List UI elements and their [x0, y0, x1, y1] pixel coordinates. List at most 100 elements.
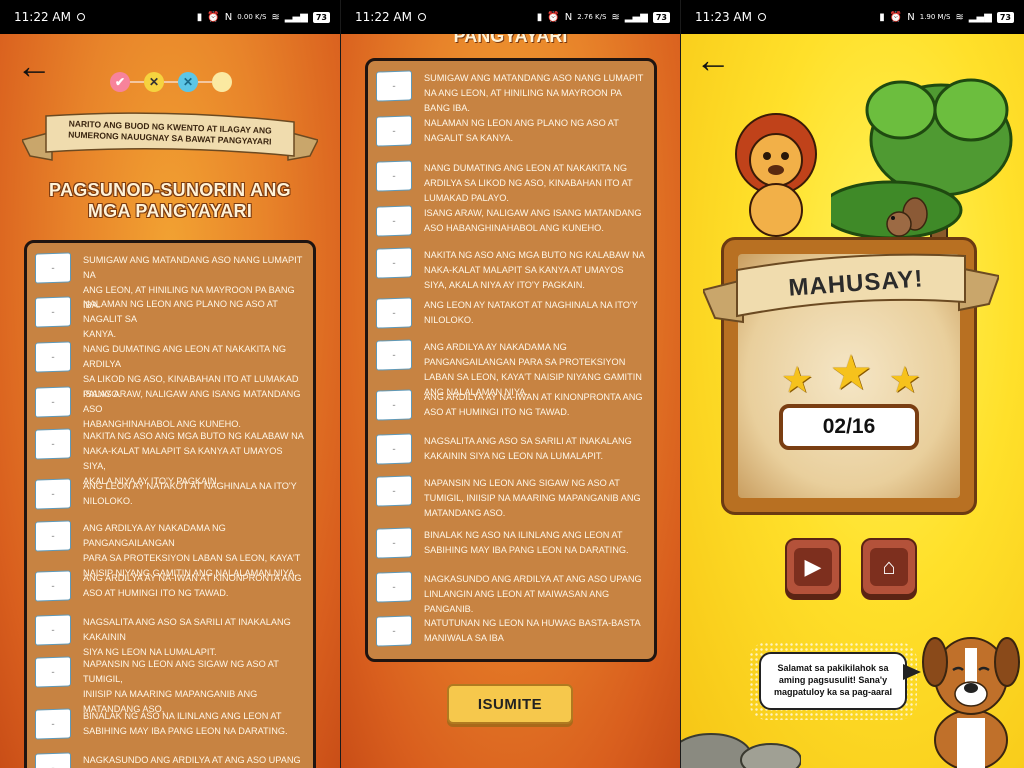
alarm-icon: ⏰	[547, 11, 560, 23]
screen-sequencing-bottom: PANGYAYARI 11:22 AM ▮ ⏰ N 2.76 K/S ≋ ▂▄▆…	[341, 0, 680, 768]
replay-icon: ▶	[794, 548, 832, 586]
order-slot-input[interactable]: -	[35, 708, 71, 740]
event-item: - NAGKASUNDO ANG ARDILYA AT ANG ASO UPANG	[35, 752, 305, 768]
order-slot-input[interactable]: -	[35, 752, 71, 768]
signal-icon: ▂▄▆	[284, 11, 308, 23]
wifi-icon: ≋	[271, 11, 280, 23]
order-slot-input[interactable]: -	[35, 252, 71, 284]
nfc-icon: N	[564, 11, 573, 23]
order-slot-input[interactable]: -	[35, 296, 71, 328]
event-text: ANG ARDILYA AY NA-IWAN AT KINONPRONTA AN…	[83, 573, 302, 598]
event-item: - ANG LEON AY NATAKOT AT NAGHINALA NA ITO…	[35, 478, 305, 510]
event-text: NALAMAN NG LEON ANG PLANO NG ASO AT NAGA…	[424, 118, 619, 143]
star-rating: ★ ★ ★	[781, 345, 921, 401]
vibrate-icon: ▮	[196, 11, 203, 23]
dog-mascot-icon	[922, 637, 1020, 768]
progress-wrong-icon: ✕	[144, 72, 164, 92]
wifi-icon: ≋	[611, 11, 620, 23]
order-slot-input[interactable]: -	[376, 205, 412, 237]
order-slot-input[interactable]: -	[376, 475, 412, 507]
page-title-line1: PAGSUNOD-SUNORIN ANG	[48, 180, 291, 200]
order-slot-input[interactable]: -	[35, 341, 71, 373]
event-text: NANG DUMATING ANG LEON AT NAKAKITA NG AR…	[424, 163, 633, 203]
status-time: 11:22 AM	[14, 10, 71, 24]
event-item: - NAGKASUNDO ANG ARDILYA AT ANG ASO UPANG…	[376, 571, 646, 617]
event-text: NAKITA NG ASO ANG MGA BUTO NG KALABAW NA…	[424, 250, 645, 290]
network-speed: 2.76 K/S	[577, 12, 607, 21]
event-item: - NAGSALITA ANG ASO SA SARILI AT INAKALAN…	[35, 614, 305, 660]
event-item: - NALAMAN NG LEON ANG PLANO NG ASO AT NAG…	[35, 296, 305, 342]
app-notification-icon	[757, 13, 766, 21]
order-slot-input[interactable]: -	[35, 656, 71, 688]
replay-button[interactable]: ▶	[785, 538, 841, 596]
battery-icon: 73	[312, 11, 330, 23]
alarm-icon: ⏰	[889, 11, 903, 23]
back-arrow-icon[interactable]: ←	[695, 42, 731, 78]
order-slot-input[interactable]: -	[376, 160, 412, 192]
alarm-icon: ⏰	[207, 11, 220, 23]
event-item: - ISANG ARAW, NALIGAW ANG ISANG MATANDANG…	[376, 205, 646, 237]
event-item: - NANG DUMATING ANG LEON AT NAKAKITA NG A…	[376, 160, 646, 206]
star-icon: ★	[888, 359, 921, 400]
screen-result: 11:23 AM ▮ ⏰ N 1.90 M/S ≋ ▂▄▆ 73 ← MAHUS…	[681, 0, 1024, 768]
event-text: ANG ARDILYA AY NA-IWAN AT KINONPRONTA AN…	[424, 392, 643, 417]
status-bar: 11:22 AM ▮ ⏰ N 0.00 K/S ≋ ▂▄▆ 73	[0, 0, 340, 34]
submit-button[interactable]: ISUMITE	[447, 684, 573, 724]
back-arrow-icon[interactable]: ←	[16, 48, 52, 84]
event-item: - NALAMAN NG LEON ANG PLANO NG ASO AT NAG…	[376, 115, 646, 147]
event-item: - ANG ARDILYA AY NA-IWAN AT KINONPRONTA A…	[35, 570, 305, 602]
order-slot-input[interactable]: -	[376, 339, 412, 371]
star-icon: ★	[781, 359, 814, 400]
event-text: ISANG ARAW, NALIGAW ANG ISANG MATANDANG …	[83, 389, 301, 429]
event-item: - NATUTUNAN NG LEON NA HUWAG BASTA-BASTA …	[376, 615, 646, 647]
order-slot-input[interactable]: -	[376, 115, 412, 147]
nfc-icon: N	[224, 11, 233, 23]
battery-icon: 73	[996, 11, 1014, 23]
event-item: - SUMIGAW ANG MATANDANG ASO NANG LUMAPIT …	[376, 70, 646, 116]
order-slot-input[interactable]: -	[35, 520, 71, 552]
order-slot-input[interactable]: -	[376, 527, 412, 559]
order-slot-input[interactable]: -	[35, 614, 71, 646]
page-title: PAGSUNOD-SUNORIN ANG MGA PANGYAYARI	[20, 180, 320, 222]
order-slot-input[interactable]: -	[376, 571, 412, 603]
event-item: - ISANG ARAW, NALIGAW ANG ISANG MATANDANG…	[35, 386, 305, 432]
progress-current-dot	[212, 72, 232, 92]
order-slot-input[interactable]: -	[376, 615, 412, 647]
order-slot-input[interactable]: -	[35, 478, 71, 510]
status-bar: 11:23 AM ▮ ⏰ N 1.90 M/S ≋ ▂▄▆ 73	[681, 0, 1024, 34]
event-item: - NAPANSIN NG LEON ANG SIGAW NG ASO AT TU…	[35, 656, 305, 717]
progress-check-icon: ✔	[110, 72, 130, 92]
order-slot-input[interactable]: -	[35, 570, 71, 602]
page-title-line2: MGA PANGYAYARI	[87, 201, 253, 221]
order-slot-input[interactable]: -	[376, 70, 412, 102]
event-text: NAGSALITA ANG ASO SA SARILI AT INAKALANG…	[424, 436, 632, 461]
network-speed: 0.00 K/S	[237, 12, 267, 21]
order-slot-input[interactable]: -	[376, 433, 412, 465]
order-slot-input[interactable]: -	[376, 389, 412, 421]
event-text: ANG LEON AY NATAKOT AT NAGHINALA NA ITO'…	[424, 300, 638, 325]
status-time: 11:22 AM	[355, 10, 412, 24]
status-time: 11:23 AM	[695, 10, 752, 24]
order-slot-input[interactable]: -	[35, 428, 71, 460]
question-progress: ✔ ✕ ✕	[110, 72, 232, 92]
order-slot-input[interactable]: -	[376, 297, 412, 329]
status-bar: 11:22 AM ▮ ⏰ N 2.76 K/S ≋ ▂▄▆ 73	[341, 0, 680, 34]
score-display: 02/16	[779, 404, 919, 450]
events-list: - SUMIGAW ANG MATANDANG ASO NANG LUMAPIT …	[24, 240, 316, 768]
event-text: NAPANSIN NG LEON ANG SIGAW NG ASO AT TUM…	[424, 478, 641, 518]
event-text: SUMIGAW ANG MATANDANG ASO NANG LUMAPIT N…	[424, 73, 644, 113]
home-button[interactable]: ⌂	[861, 538, 917, 596]
speech-bubble: Salamat sa pakikilahok sa aming pagsusul…	[759, 652, 921, 710]
app-notification-icon	[76, 13, 85, 21]
signal-icon: ▂▄▆	[968, 11, 992, 23]
order-slot-input[interactable]: -	[35, 386, 71, 418]
squirrel-icon	[886, 197, 928, 237]
battery-icon: 73	[652, 11, 670, 23]
event-item: - BINALAK NG ASO NA ILINLANG ANG LEON AT …	[376, 527, 646, 559]
star-icon: ★	[829, 347, 873, 400]
event-text: ANG LEON AY NATAKOT AT NAGHINALA NA ITO'…	[83, 481, 297, 506]
progress-wrong-icon: ✕	[178, 72, 198, 92]
event-text: ISANG ARAW, NALIGAW ANG ISANG MATANDANG …	[424, 208, 642, 233]
order-slot-input[interactable]: -	[376, 247, 412, 279]
app-notification-icon	[417, 13, 426, 21]
